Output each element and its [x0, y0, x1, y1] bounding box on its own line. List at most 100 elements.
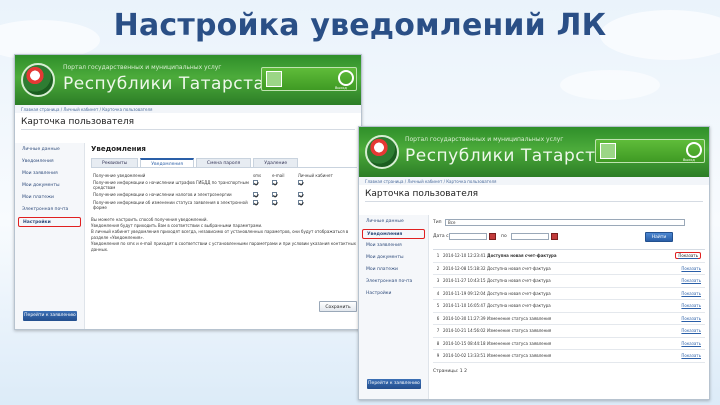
show-link[interactable]: Показать [667, 278, 705, 283]
row-subject: Доступна новая счет-фактура [487, 278, 551, 284]
row-date: 2014-11-19 09:12:04 [443, 290, 486, 296]
exit-label[interactable]: Выход [335, 86, 347, 90]
sidebar-item[interactable]: Настройки [362, 289, 425, 299]
date-to-input[interactable] [511, 233, 549, 240]
sidebar-item[interactable]: Мои заявления [18, 169, 81, 179]
power-icon[interactable] [338, 70, 354, 86]
show-link-label: Показать [681, 303, 701, 309]
user-avatar-icon [266, 71, 282, 87]
pagination[interactable]: Страницы: 1 2 [433, 369, 467, 374]
filter-type-select[interactable]: Все [445, 219, 685, 226]
go-to-application-button[interactable]: Перейти к заявлению [367, 379, 421, 389]
date-to-label: по [501, 234, 507, 239]
show-link-label: Показать [681, 290, 701, 296]
user-box[interactable]: Выход [261, 67, 357, 91]
row-subject: Доступна новая счет-фактура [487, 265, 551, 271]
show-link-label: Показать [681, 278, 701, 284]
tab[interactable]: Удаление [253, 158, 299, 167]
row-subject: Доступна новая счет-фактура [487, 253, 557, 259]
notification-settings-table: Получение уведомлений sms e-mail Личный … [91, 172, 357, 211]
power-icon[interactable] [686, 142, 702, 158]
filter-type-label: Тип [433, 220, 442, 225]
checkbox[interactable] [297, 180, 303, 185]
portal-name: Республики Татарстан [63, 74, 277, 94]
checkbox[interactable] [271, 192, 277, 197]
checkbox[interactable] [271, 180, 277, 185]
sidebar-item[interactable]: Мои документы [18, 181, 81, 191]
table-row: Получение информации о начислении налого… [91, 191, 357, 199]
tab[interactable]: Уведомления [140, 158, 194, 167]
settings-screenshot: Портал государственных и муниципальных у… [14, 54, 362, 330]
row-number: 6 [436, 315, 440, 321]
checkbox[interactable] [253, 192, 258, 197]
tab-bar: Реквизиты Уведомления Смена пароля Удаление [91, 158, 357, 167]
row-number: 2 [436, 265, 440, 271]
checkbox[interactable] [253, 180, 258, 185]
tab[interactable]: Реквизиты [91, 158, 139, 167]
show-link[interactable]: Показать [667, 291, 705, 296]
checkbox[interactable] [297, 192, 303, 197]
sidebar-item[interactable]: Мои заявления [362, 241, 425, 251]
page-title: Карточка пользователя [365, 189, 479, 199]
show-link[interactable]: Показать [667, 252, 705, 260]
calendar-icon[interactable] [551, 233, 558, 240]
show-link[interactable]: Показать [667, 303, 705, 308]
sidebar-item[interactable]: Мои платежи [18, 193, 81, 203]
breadcrumb[interactable]: Главная страница / Личный кабинет / Карт… [359, 177, 709, 185]
sidebar-item[interactable]: Электронная почта [18, 205, 81, 215]
tatarstan-logo-icon [365, 135, 399, 169]
calendar-icon[interactable] [489, 233, 496, 240]
row-date: 2014-11-27 10:43:15 [443, 278, 486, 284]
portal-banner: Портал государственных и муниципальных у… [15, 55, 361, 105]
slide-title: Настройка уведомлений ЛК [113, 8, 607, 43]
row-number: 8 [436, 340, 440, 346]
table-row: 2 2014-12-08 15:18:32 Доступна новая счет-… [433, 263, 705, 275]
show-link[interactable]: Показать [667, 266, 705, 271]
date-from-input[interactable] [449, 233, 487, 240]
sidebar-item[interactable]: Настройки [18, 217, 81, 227]
table-row: 1 2014-12-10 12:23:41 Доступна новая счет-… [433, 250, 705, 263]
show-link[interactable]: Показать [667, 316, 705, 321]
table-header-row: Получение уведомлений sms e-mail Личный … [91, 172, 357, 179]
row-number: 7 [436, 328, 440, 334]
sidebar-item[interactable]: Мои документы [362, 253, 425, 263]
row-date: 2014-11-10 16:05:47 [443, 303, 486, 309]
row-label: Получение информации об изменении статус… [93, 200, 248, 210]
section-title: Уведомления [91, 145, 146, 153]
checkbox[interactable] [253, 200, 258, 205]
checkbox[interactable] [297, 200, 303, 205]
checkbox[interactable] [271, 200, 277, 205]
table-row: 9 2014-10-02 13:33:51 Изменение статуса за… [433, 350, 705, 363]
show-link[interactable]: Показать [667, 353, 705, 358]
user-box[interactable]: Выход [595, 139, 705, 163]
find-button[interactable]: Найти [645, 232, 673, 242]
sidebar-item[interactable]: Личные данные [18, 145, 81, 155]
exit-label[interactable]: Выход [683, 158, 695, 162]
sidebar-item[interactable]: Уведомления [18, 157, 81, 167]
row-number: 3 [436, 278, 440, 284]
sidebar-item[interactable]: Уведомления [362, 229, 425, 239]
tab[interactable]: Смена пароля [195, 158, 252, 167]
go-to-application-button[interactable]: Перейти к заявлению [23, 311, 77, 321]
show-link[interactable]: Показать [667, 341, 705, 346]
portal-name: Республики Татарстан [405, 146, 619, 166]
divider [365, 201, 703, 202]
show-link-label: Показать [681, 328, 701, 334]
show-link[interactable]: Показать [667, 328, 705, 333]
table-row: 8 2014-10-15 08:44:18 Изменение статуса за… [433, 338, 705, 350]
row-date: 2014-10-15 08:44:18 [443, 340, 486, 346]
table-row: 6 2014-10-30 11:27:39 Изменение статуса за… [433, 313, 705, 325]
show-link-label: Показать [681, 265, 701, 271]
show-link-label: Показать [681, 353, 701, 359]
notifications-screenshot: Портал государственных и муниципальных у… [358, 126, 710, 400]
save-button[interactable]: Сохранить [319, 301, 357, 312]
note-line: Уведомления по sms и e-mail приходят в с… [91, 241, 357, 252]
tatarstan-logo-icon [21, 63, 55, 97]
show-link-label: Показать [681, 315, 701, 321]
breadcrumb[interactable]: Главная страница / Личный кабинет / Карт… [15, 105, 361, 113]
main-content: Уведомления Реквизиты Уведомления Смена па… [91, 145, 357, 253]
sidebar-item[interactable]: Электронная почта [362, 277, 425, 287]
divider [21, 129, 355, 130]
sidebar-item[interactable]: Личные данные [362, 217, 425, 227]
sidebar-item[interactable]: Мои платежи [362, 265, 425, 275]
